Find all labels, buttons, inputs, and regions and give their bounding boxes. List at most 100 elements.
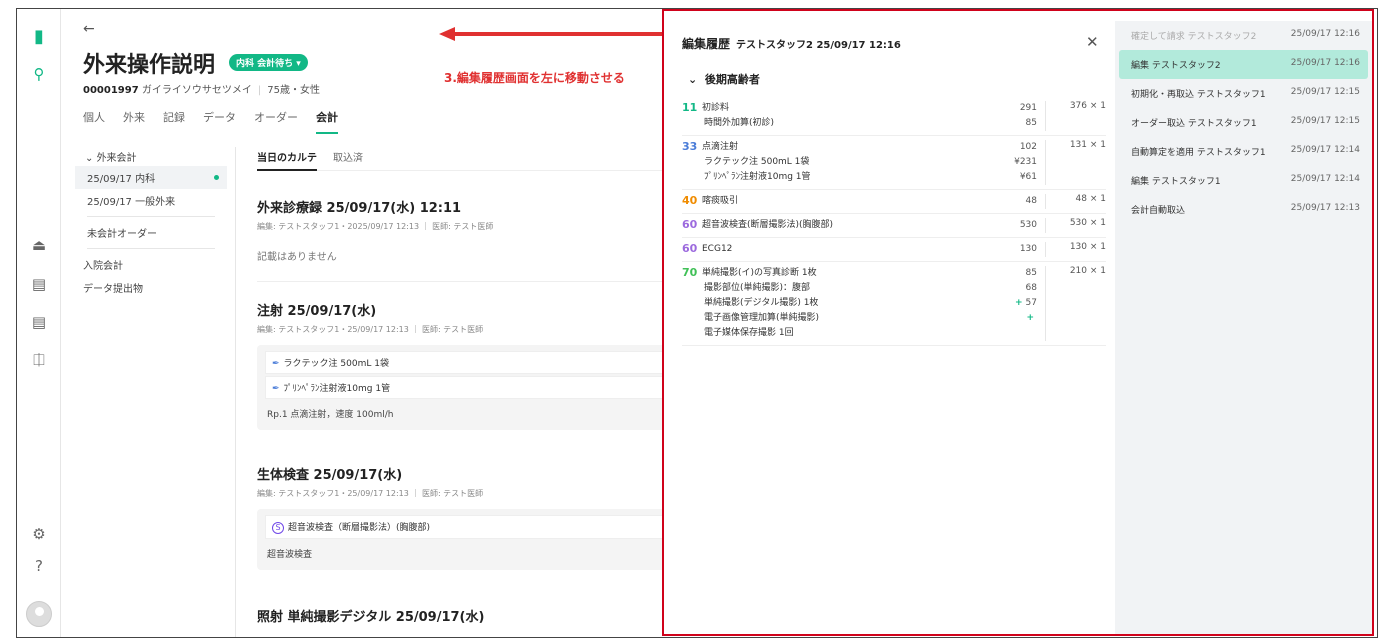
billing-item: 単純撮影(イ)の写真診断 1枚 <box>702 268 817 278</box>
patient-age-sex: 75歳・女性 <box>267 85 320 96</box>
record-xray: 照射 単純撮影デジタル 25/09/17(水) <box>257 606 677 625</box>
history-item[interactable]: 自動算定を適用 テストスタッフ1 25/09/17 12:14 <box>1119 137 1368 166</box>
patient-search-icon[interactable]: ⚲ <box>28 63 50 85</box>
billing-row[interactable]: 60 ECG12 130 130 × 1 <box>682 238 1106 262</box>
history-label: 編集 テストスタッフ1 <box>1131 177 1221 187</box>
record-title: 照射 単純撮影デジタル 25/09/17(水) <box>257 610 485 625</box>
record-title: 外来診療録 25/09/17(水) 12:11 <box>257 201 462 216</box>
order-line[interactable]: ✒ ラクテック注 500mL 1袋 <box>265 351 669 374</box>
patient-tabs: 個人 外来 記録 データ オーダー 会計 <box>83 109 338 134</box>
history-item[interactable]: 確定して請求 テストスタッフ2 25/09/17 12:16 <box>1119 21 1368 50</box>
help-icon[interactable]: ? <box>28 555 50 577</box>
close-icon[interactable]: ✕ <box>1086 33 1099 51</box>
document-icon[interactable]: ▤ <box>28 311 50 333</box>
subnav-visit-general[interactable]: 25/09/17 一般外来 <box>75 189 227 212</box>
history-label: 確定して請求 テストスタッフ2 <box>1131 32 1257 42</box>
insurance-group[interactable]: ⌄ 後期高齢者 <box>688 71 760 87</box>
billing-points: 530 <box>1019 220 1037 230</box>
eject-icon[interactable]: ⏏ <box>28 234 50 256</box>
edit-detail-panel: 編集履歴 テストスタッフ2 25/09/17 12:16 ✕ ⌄ 後期高齢者 11… <box>666 21 1114 634</box>
billing-rows: 11 初診料 時間外加算(初診) 291 85 376 × 1 33 点滴注射 ラクテック注 5… <box>682 97 1106 346</box>
history-label: 自動算定を適用 テストスタッフ1 <box>1131 148 1266 158</box>
history-time: 25/09/17 12:14 <box>1290 174 1360 184</box>
subnav-visit-internal[interactable]: 25/09/17 内科 <box>75 166 227 189</box>
history-time: 25/09/17 12:15 <box>1290 116 1360 126</box>
order-line[interactable]: S 超音波検査（断層撮影法）(胸腹部) <box>265 515 669 539</box>
tab-orders[interactable]: オーダー <box>254 109 298 134</box>
billing-item: 電子画像管理加算(単純撮影) <box>704 313 820 323</box>
tab-records[interactable]: 記録 <box>163 109 185 134</box>
exam-icon: S <box>272 522 284 534</box>
record-injection: 注射 25/09/17(水) 編集: テストスタッフ1・25/09/17 12:… <box>257 300 677 430</box>
billing-row[interactable]: 40 喀痰吸引 48 48 × 1 <box>682 190 1106 214</box>
history-time: 25/09/17 12:16 <box>1290 58 1360 68</box>
patient-id: 00001997 <box>83 85 139 96</box>
history-item[interactable]: 編集 テストスタッフ2 25/09/17 12:16 <box>1119 50 1368 79</box>
status-badge[interactable]: 内科 会計待ち ▾ <box>229 54 308 71</box>
tab-billing[interactable]: 会計 <box>316 109 338 134</box>
billing-item: ラクテック注 500mL 1袋 <box>704 157 810 167</box>
history-item[interactable]: 会計自動取込 25/09/17 12:13 <box>1119 195 1368 224</box>
annotation-arrow <box>439 27 664 41</box>
billing-row[interactable]: 33 点滴注射ラクテック注 500mL 1袋 ﾌﾟﾘﾝﾍﾟﾗﾝ注射液10mg 1管 1… <box>682 136 1106 190</box>
back-arrow-icon[interactable]: ← <box>83 21 95 37</box>
bed-icon[interactable]: ▤ <box>28 273 50 295</box>
edit-history-overlay: 編集履歴 テストスタッフ2 25/09/17 12:16 ✕ ⌄ 後期高齢者 11… <box>662 9 1374 636</box>
billing-code: 60 <box>682 242 698 255</box>
billing-points: 48 <box>1025 196 1037 206</box>
avatar[interactable] <box>26 601 52 627</box>
billing-item: ﾌﾟﾘﾝﾍﾟﾗﾝ注射液10mg 1管 <box>704 172 811 182</box>
order-box: S 超音波検査（断層撮影法）(胸腹部) 超音波検査 <box>257 509 677 570</box>
billing-row[interactable]: 11 初診料 時間外加算(初診) 291 85 376 × 1 <box>682 97 1106 136</box>
billing-code: 11 <box>682 101 698 114</box>
billing-code: 40 <box>682 194 698 207</box>
billing-points: ¥61 <box>1019 172 1037 182</box>
patient-info: 00001997 ガイライソウサセツメイ | 75歳・女性 <box>83 85 320 96</box>
billing-code: 33 <box>682 140 698 153</box>
billing-total: 48 × 1 <box>1075 194 1106 204</box>
app-logo-icon[interactable]: ▮ <box>28 25 50 47</box>
history-item[interactable]: オーダー取込 テストスタッフ1 25/09/17 12:15 <box>1119 108 1368 137</box>
history-label: 編集 テストスタッフ2 <box>1131 61 1221 71</box>
left-rail: ▮ ⚲ ⏏ ▤ ▤ ⎅ ⚙ ? <box>17 9 61 637</box>
order-rp: Rp.1 点滴注射，速度 100ml/h <box>267 410 394 420</box>
patient-kana: ガイライソウサセツメイ <box>141 85 252 96</box>
chart-main: 当日のカルテ 取込済 外来診療録 25/09/17(水) 12:11 編集: テ… <box>257 149 677 625</box>
tab-imported[interactable]: 取込済 <box>333 149 363 164</box>
history-time: 25/09/17 12:13 <box>1290 203 1360 213</box>
billing-item: 点滴注射 <box>702 142 739 152</box>
record-title: 生体検査 25/09/17(水) <box>257 468 403 483</box>
order-line[interactable]: ✒ ﾌﾟﾘﾝﾍﾟﾗﾝ注射液10mg 1管 <box>265 376 669 399</box>
subnav-unpaid-orders[interactable]: 未会計オーダー <box>75 221 227 244</box>
order-rp: 超音波検査 <box>267 550 313 560</box>
tab-today-chart[interactable]: 当日のカルテ <box>257 149 317 171</box>
record-empty-text: 記載はありません <box>257 248 677 282</box>
subnav-inpatient[interactable]: 入院会計 <box>75 253 227 276</box>
billing-item: 撮影部位(単純撮影)：腹部 <box>704 283 811 293</box>
billing-points: 102 <box>1019 142 1037 152</box>
billing-total: 376 × 1 <box>1069 101 1106 111</box>
billing-item: ECG12 <box>702 244 733 254</box>
tab-outpatient[interactable]: 外来 <box>123 109 145 134</box>
history-label: 会計自動取込 <box>1131 206 1186 216</box>
billing-points: 85 <box>1025 118 1037 128</box>
history-item[interactable]: 初期化・再取込 テストスタッフ1 25/09/17 12:15 <box>1119 79 1368 108</box>
order-box: ✒ ラクテック注 500mL 1袋 ✒ ﾌﾟﾘﾝﾍﾟﾗﾝ注射液10mg 1管 Rp.… <box>257 345 677 430</box>
billing-row[interactable]: 70 単純撮影(イ)の写真診断 1枚 撮影部位(単純撮影)：腹部 単純撮影(デジタル撮… <box>682 262 1106 346</box>
gear-icon[interactable]: ⚙ <box>28 523 50 545</box>
bell-icon[interactable]: ⎅ <box>28 349 50 371</box>
billing-points: + <box>976 311 1037 326</box>
tab-personal[interactable]: 個人 <box>83 109 105 134</box>
subnav-submissions[interactable]: データ提出物 <box>75 276 227 299</box>
record-meta: 編集: テストスタッフ1・25/09/17 12:13 ｜ 医師: テスト医師 <box>257 489 484 498</box>
billing-row[interactable]: 60 超音波検査(断層撮影法)(胸腹部) 530 530 × 1 <box>682 214 1106 238</box>
billing-subnav: ⌄ 外来会計 25/09/17 内科 25/09/17 一般外来 未会計オーダー… <box>75 149 227 299</box>
billing-item: 電子媒体保存撮影 1回 <box>704 328 794 338</box>
tab-data[interactable]: データ <box>203 109 236 134</box>
history-label: オーダー取込 テストスタッフ1 <box>1131 119 1257 129</box>
history-item[interactable]: 編集 テストスタッフ1 25/09/17 12:14 <box>1119 166 1368 195</box>
subnav-group[interactable]: ⌄ 外来会計 <box>75 149 227 164</box>
billing-points: +57 <box>1015 298 1037 308</box>
billing-code: 70 <box>682 266 698 279</box>
app-window: ▮ ⚲ ⏏ ▤ ▤ ⎅ ⚙ ? ← 外来操作説明 内科 会計待ち ▾ 00001… <box>16 8 1378 638</box>
